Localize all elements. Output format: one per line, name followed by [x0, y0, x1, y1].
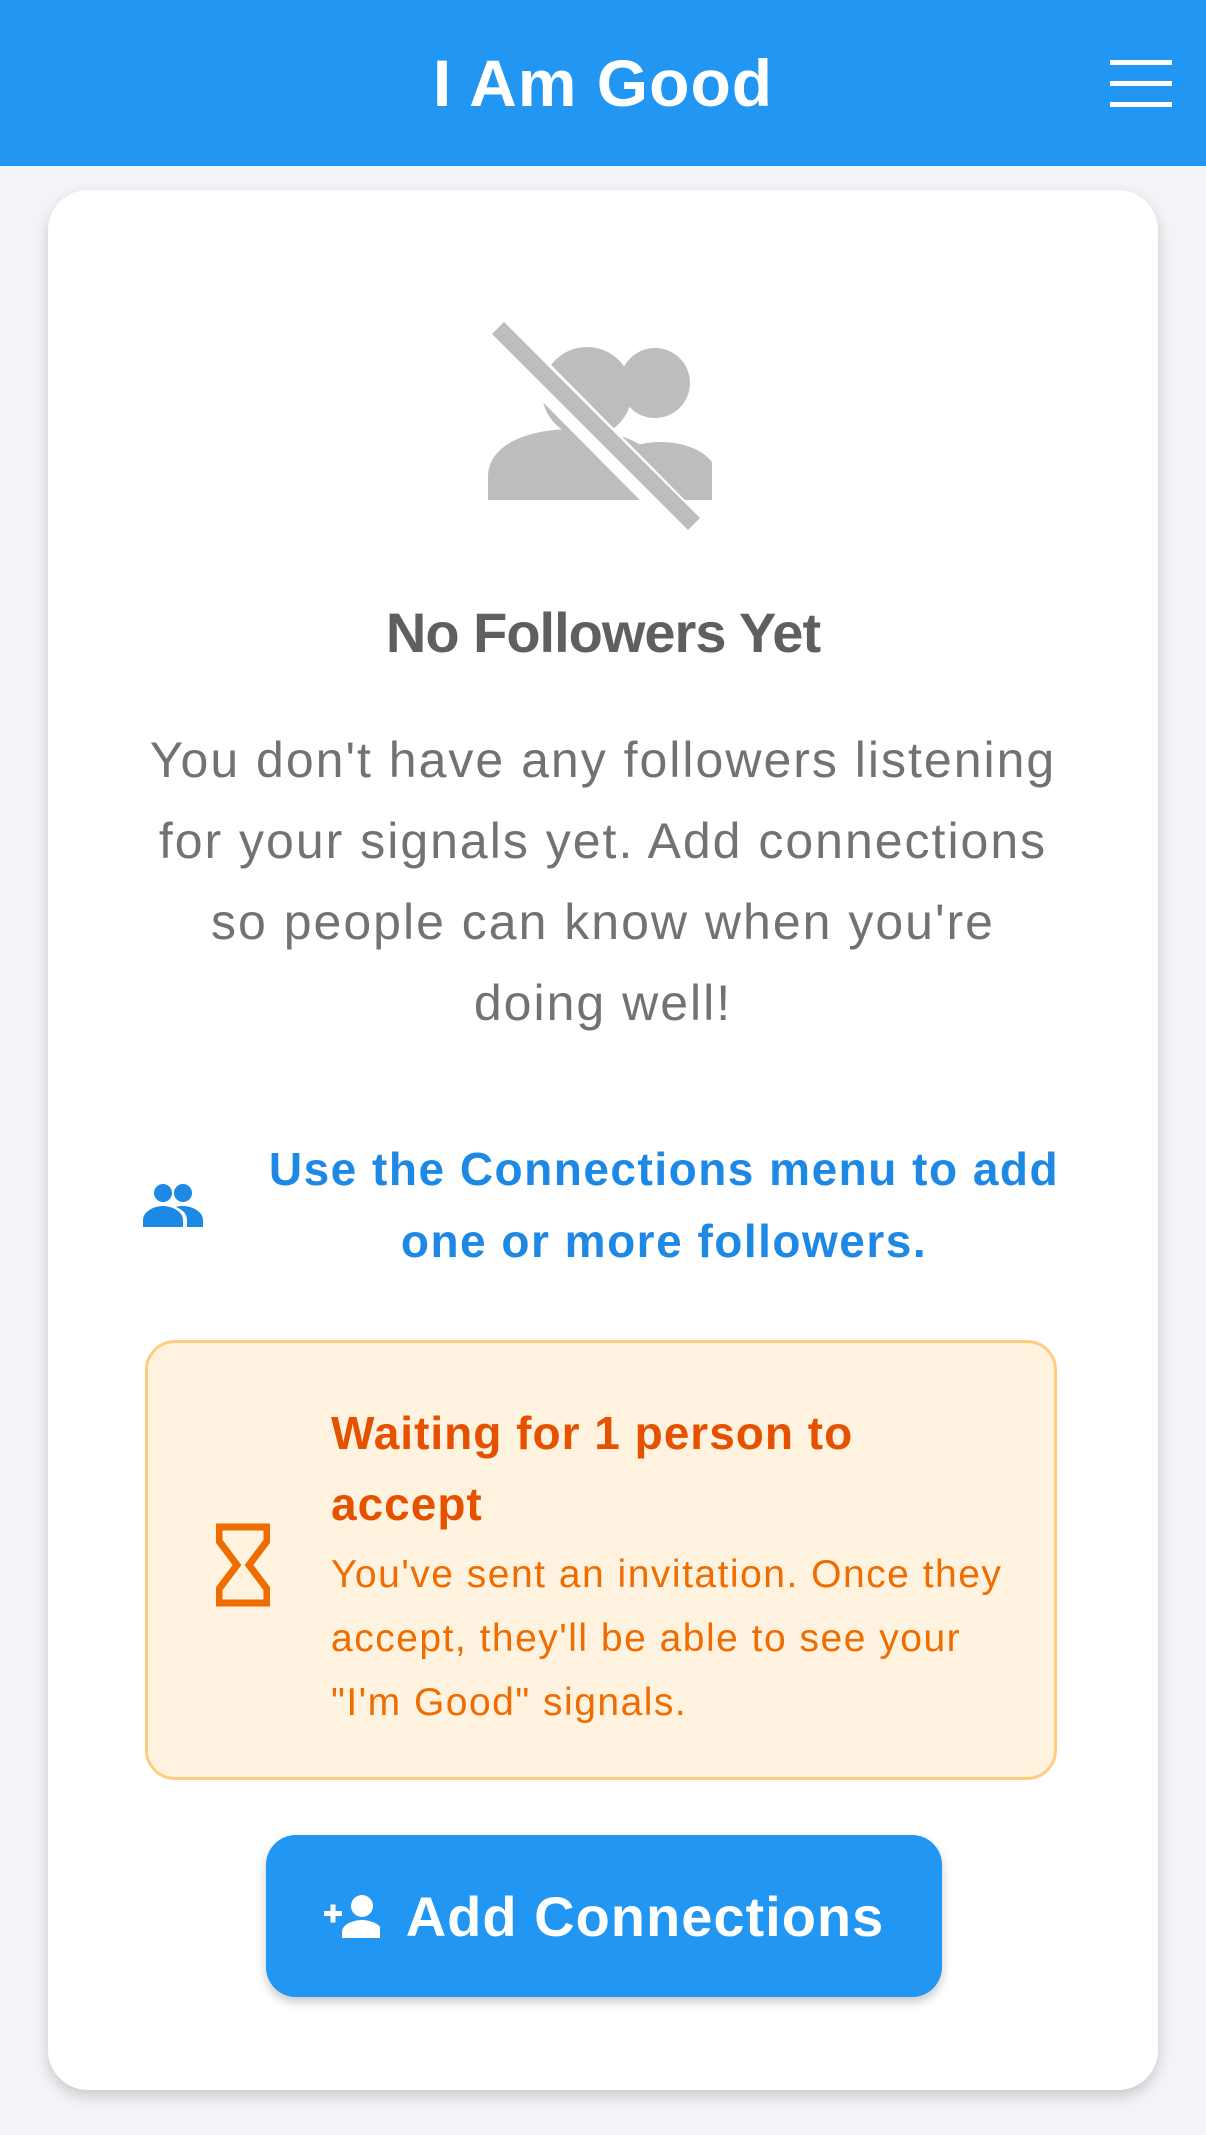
person-add-icon [323, 1895, 380, 1938]
app-bar: I Am Good [0, 0, 1206, 166]
connections-hint-text: Use the Connections menu to add one or m… [268, 1143, 1060, 1267]
menu-button[interactable] [1108, 50, 1174, 116]
empty-state-message: You don't have any followers listening f… [149, 732, 1057, 1031]
app-title: I Am Good [432, 46, 774, 120]
hamburger-menu-icon [1110, 60, 1172, 107]
followers-card: No Followers Yet You don't have any foll… [48, 190, 1158, 2090]
pending-invitation-notice: Waiting for 1 person to accept You've se… [145, 1340, 1057, 1780]
empty-state-title: No Followers Yet [385, 601, 821, 664]
add-connections-label: Add Connections [405, 1884, 885, 1948]
pending-description: You've sent an invitation. Once they acc… [331, 1553, 1003, 1724]
pending-title: Waiting for 1 person to accept [331, 1407, 854, 1530]
hourglass-icon [216, 1523, 270, 1607]
connections-hint: Use the Connections menu to add one or m… [143, 1130, 1103, 1280]
people-icon [143, 1184, 203, 1227]
group-off-icon [488, 316, 712, 542]
add-connections-button[interactable]: Add Connections [266, 1835, 942, 1997]
